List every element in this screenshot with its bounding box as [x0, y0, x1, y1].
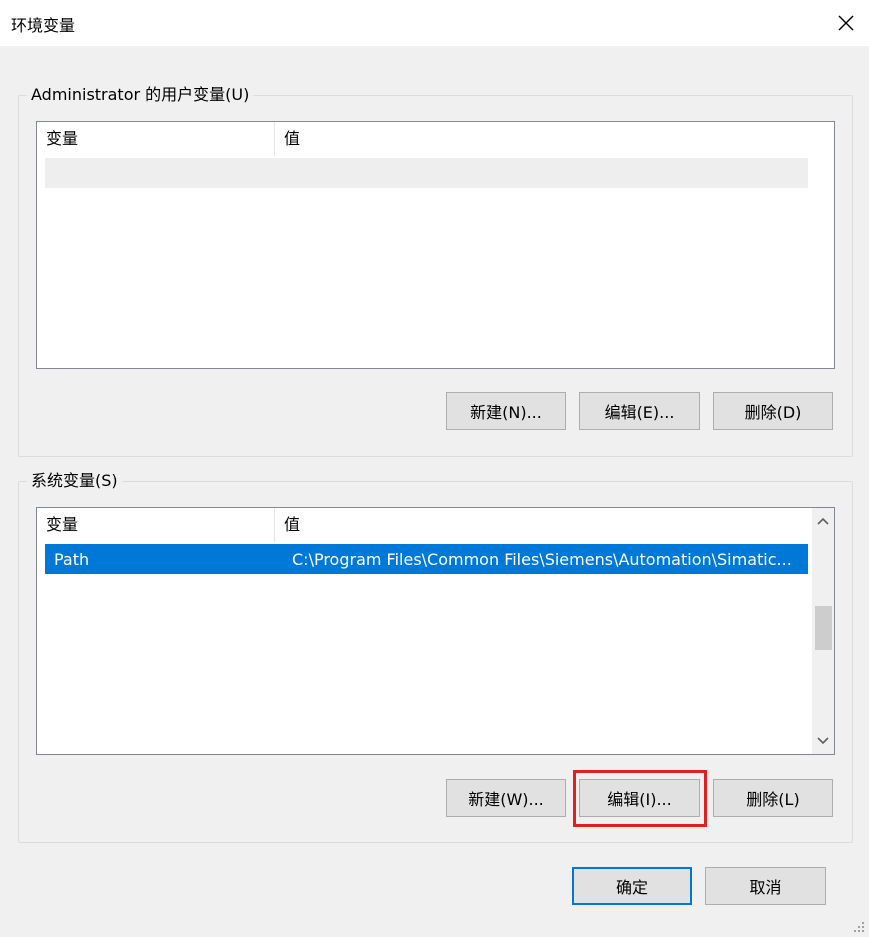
user-delete-button[interactable]: 删除(D) [713, 392, 833, 430]
resize-grip-icon[interactable] [853, 921, 865, 933]
chevron-up-icon [817, 517, 829, 525]
user-variables-list[interactable]: 变量 值 [36, 121, 835, 369]
scrollbar-thumb[interactable] [815, 606, 832, 650]
window-title: 环境变量 [11, 16, 76, 35]
vertical-scrollbar[interactable] [812, 508, 834, 754]
cancel-button[interactable]: 取消 [705, 867, 826, 905]
system-delete-button[interactable]: 删除(L) [713, 779, 833, 817]
user-variables-label: Administrator 的用户变量(U) [27, 84, 254, 106]
table-row-path[interactable]: Path C:\Program Files\Common Files\Sieme… [45, 544, 808, 574]
title-bar: 环境变量 [0, 0, 869, 46]
system-variables-header: 变量 值 [37, 508, 808, 542]
chevron-down-icon [817, 737, 829, 745]
ok-button[interactable]: 确定 [572, 867, 692, 905]
system-variables-label: 系统变量(S) [27, 470, 122, 492]
column-header-value[interactable]: 值 [275, 122, 808, 156]
row-variable-name: Path [54, 549, 90, 569]
list-item[interactable] [45, 158, 808, 188]
user-new-button[interactable]: 新建(N)... [446, 392, 566, 430]
scroll-up-button[interactable] [812, 510, 834, 532]
column-header-variable[interactable]: 变量 [37, 508, 275, 542]
row-variable-value: C:\Program Files\Common Files\Siemens\Au… [292, 549, 792, 569]
close-button[interactable] [823, 0, 869, 46]
column-header-value[interactable]: 值 [275, 508, 808, 542]
edit-button-highlight [573, 770, 707, 827]
system-variables-list[interactable]: 变量 值 Path C:\Program Files\Common Files\… [36, 507, 835, 755]
system-new-button[interactable]: 新建(W)... [446, 779, 566, 817]
close-icon [838, 15, 854, 31]
column-header-variable[interactable]: 变量 [37, 122, 275, 156]
scroll-down-button[interactable] [812, 730, 834, 752]
user-variables-header: 变量 值 [37, 122, 808, 156]
user-edit-button[interactable]: 编辑(E)... [579, 392, 700, 430]
